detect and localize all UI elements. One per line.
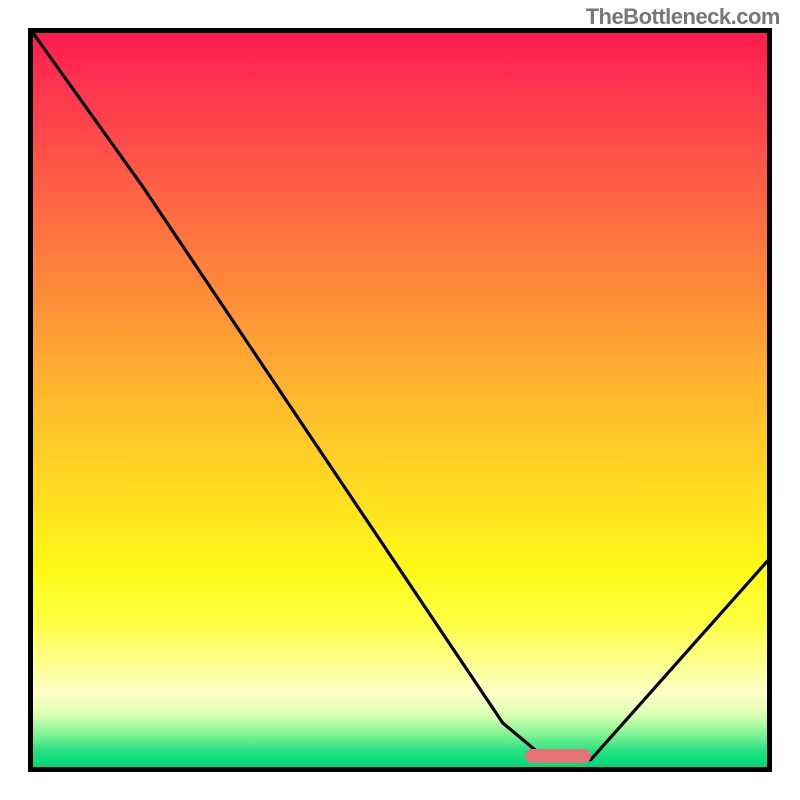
- chart-highlight-marker: [525, 749, 591, 763]
- chart-plot-area: [28, 28, 772, 772]
- chart-curve-layer: [33, 33, 767, 767]
- chart-curve: [33, 33, 767, 760]
- watermark-text: TheBottleneck.com: [586, 4, 780, 30]
